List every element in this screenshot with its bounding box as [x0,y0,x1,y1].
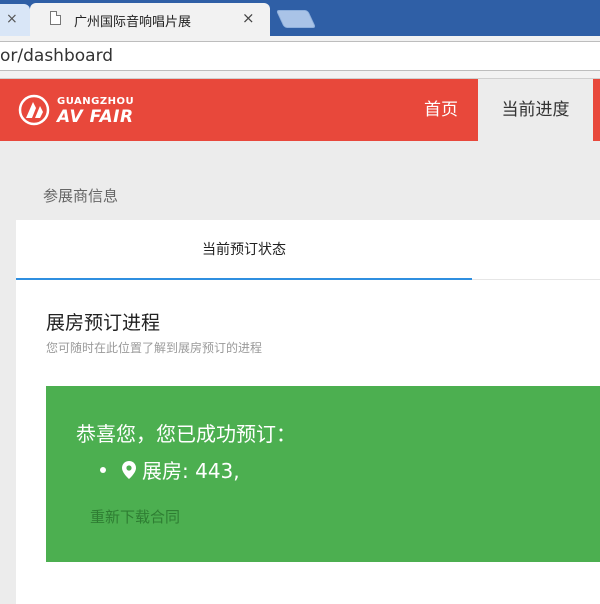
page-subheading: 您可随时在此位置了解到展房预订的进程 [46,341,263,355]
alert-message: 恭喜您，您已成功预订： [76,422,296,446]
browser-tab-previous[interactable]: × [0,4,30,36]
browser-tab-active[interactable]: 广州国际音响唱片展 × [30,3,270,36]
site-logo[interactable]: GUANGZHOU AV FAIR [18,94,158,128]
logo-mark-icon [18,94,50,126]
booked-room-label: 展房: 443, [142,459,240,483]
logo-text-line1: GUANGZHOU [57,96,135,107]
address-bar: or/dashboard [0,36,600,79]
active-tab-indicator [16,278,472,280]
map-pin-icon [122,460,136,479]
bullet-icon [100,466,106,473]
tab-current-booking-status[interactable]: 当前预订状态 [16,220,472,280]
section-title: 参展商信息 [43,187,119,205]
close-icon[interactable]: × [242,9,255,27]
logo-text-line2: AV FAIR [57,107,134,127]
tab-divider [472,279,600,280]
browser-tabstrip: × 广州国际音响唱片展 × [0,0,600,36]
nav-item-home[interactable]: 首页 [405,79,477,141]
booked-room-item: 展房: 443, [100,455,240,484]
page-heading: 展房预订进程 [46,312,161,334]
redownload-contract-link[interactable]: 重新下载合同 [90,506,180,527]
new-tab-button[interactable] [275,10,317,28]
nav-item-progress[interactable]: 当前进度 [478,79,593,141]
close-icon[interactable]: × [6,11,18,27]
site-header: GUANGZHOU AV FAIR 首页 当前进度 [0,79,600,141]
tab-title: 广州国际音响唱片展 [74,15,192,30]
url-field[interactable]: or/dashboard [0,41,600,71]
page-favicon-icon [50,11,61,25]
